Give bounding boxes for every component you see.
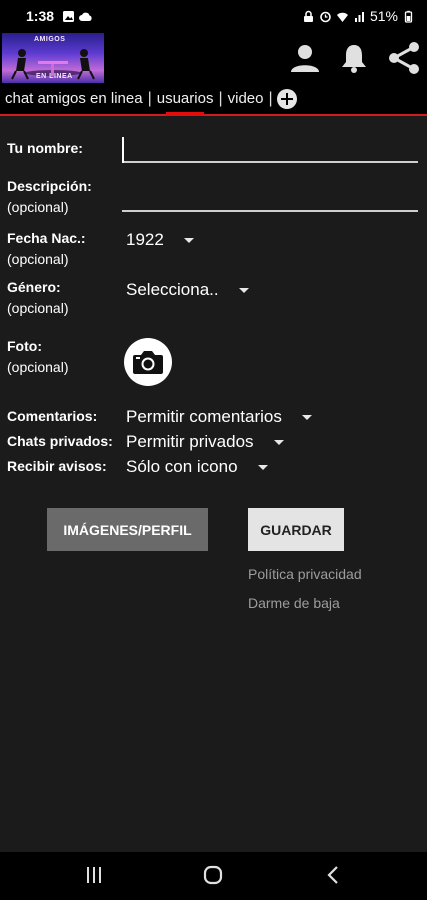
gender-value: Selecciona.. <box>126 280 219 299</box>
bell-icon[interactable] <box>339 42 369 74</box>
status-bar: 1:38 51% <box>0 0 427 32</box>
private-chats-select[interactable]: Permitir privados <box>126 432 284 452</box>
photo-label: Foto: <box>7 338 42 354</box>
description-input[interactable] <box>122 184 418 212</box>
description-label-group: Descripción: (opcional) <box>7 176 92 218</box>
add-tab-icon[interactable] <box>276 89 297 109</box>
camera-icon <box>133 351 163 374</box>
chevron-down-icon <box>273 439 284 445</box>
battery-text: 51% <box>369 8 398 24</box>
signal-icon <box>354 11 364 22</box>
app-bar: AMIGOS EN LINEA <box>0 32 427 84</box>
gallery-notification-icon <box>63 10 75 22</box>
user-icon[interactable] <box>289 42 321 74</box>
chevron-down-icon <box>301 414 312 420</box>
text-cursor <box>122 137 124 163</box>
gender-label-group: Género: (opcional) <box>7 277 68 319</box>
privacy-policy-link[interactable]: Política privacidad <box>248 566 362 582</box>
birth-year-select[interactable]: 1922 <box>126 230 194 250</box>
share-icon[interactable] <box>387 41 421 75</box>
comments-label: Comentarios: <box>7 408 98 424</box>
name-input[interactable] <box>122 135 418 163</box>
alarm-icon <box>320 11 331 22</box>
gender-select[interactable]: Selecciona.. <box>126 280 249 300</box>
optional-text: (opcional) <box>7 300 69 316</box>
optional-text: (opcional) <box>7 359 69 375</box>
save-button[interactable]: GUARDAR <box>248 508 344 551</box>
lock-icon <box>303 10 313 22</box>
birth-year-value: 1922 <box>126 230 164 249</box>
photo-label-group: Foto: (opcional) <box>7 336 68 378</box>
notifications-value: Sólo con icono <box>126 457 238 476</box>
tab-usuarios[interactable]: usuarios <box>152 84 219 116</box>
images-profile-button[interactable]: IMÁGENES/PERFIL <box>47 508 208 551</box>
tab-video[interactable]: video <box>223 84 269 114</box>
notifications-select[interactable]: Sólo con icono <box>126 457 268 477</box>
battery-icon <box>404 10 413 23</box>
comments-value: Permitir comentarios <box>126 407 282 426</box>
private-chats-label: Chats privados: <box>7 433 113 449</box>
chevron-down-icon <box>238 287 249 293</box>
back-icon[interactable] <box>324 864 344 886</box>
name-label: Tu nombre: <box>7 140 83 156</box>
birth-label: Fecha Nac.: <box>7 230 86 246</box>
home-icon[interactable] <box>202 864 224 886</box>
unsubscribe-link[interactable]: Darme de baja <box>248 595 340 611</box>
status-time: 1:38 <box>26 8 55 24</box>
optional-text: (opcional) <box>7 199 69 215</box>
cloud-notification-icon <box>79 12 92 21</box>
app-logo[interactable]: AMIGOS EN LINEA <box>2 33 104 83</box>
tab-bar: chat amigos en linea | usuarios | video … <box>0 84 427 116</box>
description-label: Descripción: <box>7 178 92 194</box>
chevron-down-icon <box>257 464 268 470</box>
optional-text: (opcional) <box>7 251 69 267</box>
system-nav-bar <box>0 852 427 900</box>
birth-label-group: Fecha Nac.: (opcional) <box>7 228 86 270</box>
wifi-icon <box>336 12 348 22</box>
comments-select[interactable]: Permitir comentarios <box>126 407 312 427</box>
logo-text-bottom: EN LINEA <box>36 73 73 80</box>
chevron-down-icon <box>183 237 194 243</box>
tab-separator: | <box>268 90 273 107</box>
tab-chat[interactable]: chat amigos en linea <box>0 84 148 114</box>
recent-apps-icon[interactable] <box>84 864 104 886</box>
notifications-label: Recibir avisos: <box>7 458 107 474</box>
private-chats-value: Permitir privados <box>126 432 254 451</box>
gender-label: Género: <box>7 279 61 295</box>
photo-button[interactable] <box>124 338 172 386</box>
